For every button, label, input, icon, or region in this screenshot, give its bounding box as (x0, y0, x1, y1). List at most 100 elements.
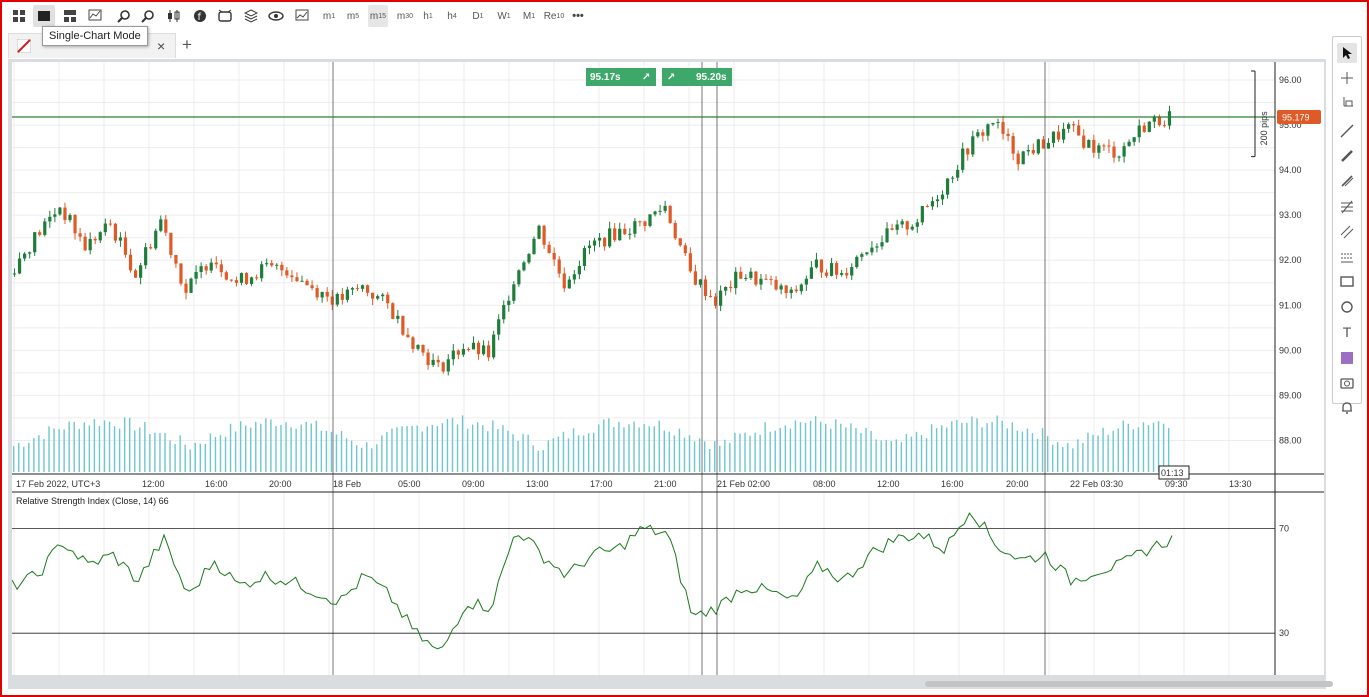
candle-body (265, 263, 269, 265)
timeframe-h1[interactable]: h1 (420, 5, 436, 27)
camera-icon[interactable] (1337, 373, 1357, 393)
timeframe-m5[interactable]: m5 (344, 5, 362, 27)
price-tick-label: 88.00 (1279, 435, 1302, 445)
time-tick-label: 21 Feb 02:00 (717, 479, 770, 489)
candle-body (169, 232, 173, 255)
chart-canvas[interactable]: 96.0095.0094.0093.0092.0091.0090.0089.00… (11, 62, 1324, 675)
volume-bar (562, 431, 565, 472)
timeframe-h4[interactable]: h4 (444, 5, 460, 27)
volume-bar (628, 424, 630, 472)
timeframe-mn1[interactable]: M1 (520, 5, 538, 27)
layers-icon[interactable] (241, 5, 261, 27)
timeframe-m1[interactable]: m1 (320, 5, 338, 27)
add-tab-button[interactable]: + (182, 35, 192, 55)
more-options-button[interactable]: ••• (568, 5, 588, 27)
sell-button[interactable]: 95.17s ↗ (586, 68, 656, 86)
alarm-clock-icon[interactable] (215, 5, 235, 27)
timeframe-w1[interactable]: W1 (495, 5, 513, 27)
pencil-icon[interactable] (1337, 146, 1357, 166)
candlestick-type-icon[interactable] (164, 5, 184, 27)
bell-icon[interactable] (1337, 398, 1357, 418)
candle-body (58, 207, 62, 215)
chart-template-icon[interactable] (292, 5, 314, 27)
candle-body (133, 270, 138, 278)
trend-line-icon[interactable] (1337, 121, 1357, 141)
chart-plot-area[interactable]: 96.00 95.00 94.00 93.00 92.00 91.00 90.00 89.00… (11, 62, 1324, 675)
volume-bar (13, 446, 15, 472)
indicators-icon[interactable]: f (190, 5, 210, 27)
candle-body (33, 232, 37, 253)
volume-bar (285, 422, 287, 472)
volume-bar (482, 425, 484, 472)
volume-bar (769, 431, 771, 472)
candle-body (441, 362, 445, 372)
candle-body (875, 246, 879, 248)
volume-bar (552, 438, 555, 472)
volume-bar (48, 426, 50, 472)
candle-body (592, 240, 597, 246)
candle-body (1061, 128, 1066, 140)
timeframe-m30[interactable]: m 30 (395, 5, 415, 27)
chart-scrollbar[interactable] (12, 679, 1333, 689)
scrollbar-thumb[interactable] (925, 681, 1333, 687)
volume-bar (1062, 447, 1064, 472)
volume-bar (406, 426, 408, 472)
layout-grid-icon[interactable] (10, 5, 28, 27)
fibonacci-icon[interactable] (1337, 197, 1357, 217)
ellipse-icon[interactable] (1337, 297, 1357, 317)
candle-body (1026, 149, 1030, 152)
symbol-flag-icon (17, 39, 31, 53)
rectangle-icon[interactable] (1337, 272, 1357, 292)
tab-close-button[interactable]: × (157, 38, 165, 54)
zoom-out-icon[interactable] (138, 5, 156, 27)
candle-body (562, 273, 566, 289)
single-chart-mode-icon[interactable] (33, 5, 55, 27)
chart-settings-icon[interactable] (85, 5, 107, 27)
volume-bar (537, 450, 539, 472)
candle-body (371, 292, 375, 299)
timeframe-renko[interactable]: Re 10 (544, 5, 565, 27)
candle-body (290, 275, 294, 278)
volume-bar (532, 445, 534, 472)
volume-bar (1072, 448, 1074, 472)
candle-body (451, 350, 455, 360)
volume-bar (63, 429, 65, 472)
eye-icon[interactable] (266, 5, 286, 27)
buy-button[interactable]: ↗ 95.20s (662, 68, 732, 86)
cursor-arrow-icon[interactable] (1337, 43, 1357, 63)
volume-bar (623, 427, 625, 472)
time-tick-label: 17 Feb 2022, UTC+3 (16, 479, 100, 489)
zoom-in-icon[interactable] (114, 5, 132, 27)
volume-bar (426, 426, 428, 472)
time-tick-label: 20:00 (1006, 479, 1029, 489)
volume-bar (734, 432, 736, 472)
gann-icon[interactable] (1337, 247, 1357, 267)
crosshair-icon[interactable] (1337, 68, 1357, 88)
candle-body (310, 285, 314, 289)
candle-body (179, 263, 183, 284)
measure-icon[interactable] (1337, 93, 1357, 113)
color-picker-icon[interactable] (1337, 348, 1357, 368)
candle-body (350, 288, 355, 290)
volume-series (13, 415, 1170, 472)
timeframe-d1[interactable]: D1 (470, 5, 486, 27)
volume-bar (209, 433, 212, 472)
channel-icon[interactable] (1337, 222, 1357, 242)
time-tick-label: 12:00 (142, 479, 165, 489)
brush-icon[interactable] (1337, 171, 1357, 191)
volume-bar (673, 435, 676, 472)
split-chart-icon[interactable] (60, 5, 80, 27)
candle-body (643, 221, 647, 226)
candle-body (481, 345, 486, 355)
candle-body (976, 132, 980, 137)
candle-body (804, 278, 808, 285)
candle-body (128, 254, 133, 271)
timeframe-m15[interactable]: m 15 (368, 5, 388, 27)
candle-body (845, 273, 849, 276)
text-tool-icon[interactable]: T (1337, 322, 1357, 342)
volume-bar (865, 427, 867, 472)
volume-bar (709, 449, 711, 472)
candle-body (850, 267, 854, 276)
candle-body (603, 237, 607, 247)
volume-bar (129, 417, 131, 472)
